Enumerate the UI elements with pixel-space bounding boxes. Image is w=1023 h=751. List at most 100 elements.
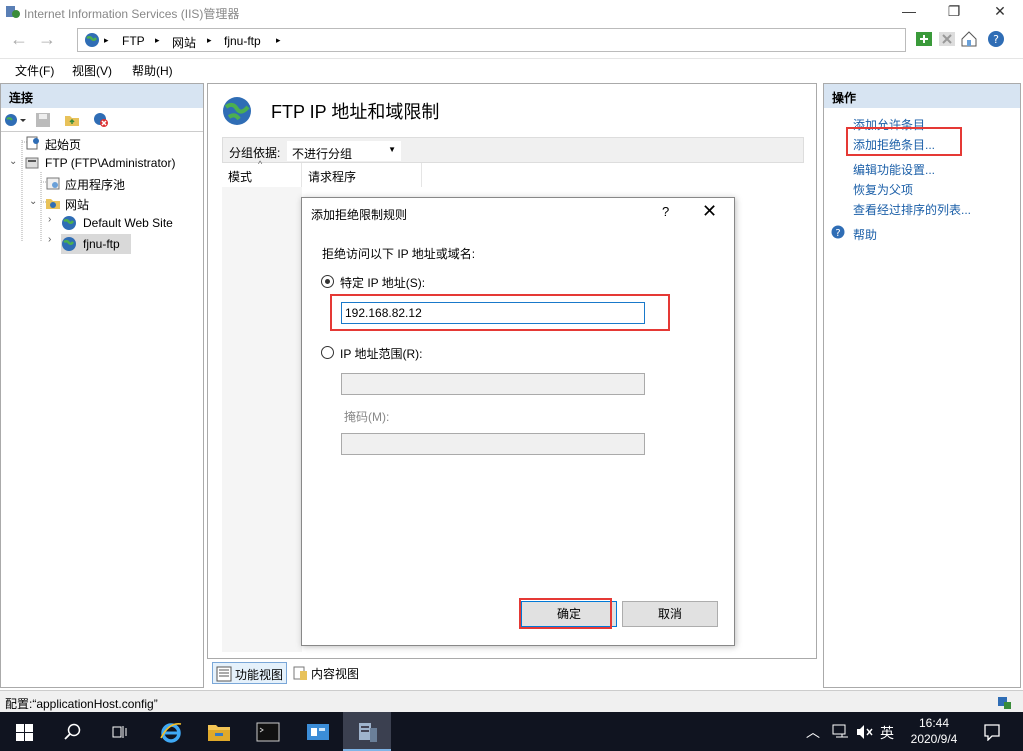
folder-icon	[208, 725, 230, 741]
forward-button[interactable]: →	[34, 28, 60, 52]
connections-panel: 连接 起始页 ⌄ FTP (FTP\Administrator) 应用程序池 ⌄	[0, 83, 204, 688]
start-button[interactable]	[0, 712, 48, 751]
ie-taskbar-button[interactable]	[146, 712, 194, 751]
connect-globe-icon[interactable]	[4, 112, 26, 128]
disconnect-icon[interactable]	[93, 112, 109, 128]
explorer-taskbar-button[interactable]	[194, 712, 242, 751]
breadcrumb[interactable]: ▸ FTP ▸ 网站 ▸ fjnu-ftp ▸	[77, 28, 906, 52]
mask-input[interactable]	[341, 433, 645, 455]
back-button[interactable]: ←	[6, 28, 32, 52]
status-text: 配置:“applicationHost.config”	[5, 697, 158, 711]
clock[interactable]: 16:44 2020/9/4	[898, 715, 970, 747]
iis-app-icon	[6, 6, 20, 18]
breadcrumb-sites[interactable]: 网站	[172, 34, 196, 51]
tree-item-label: Default Web Site	[83, 216, 173, 230]
network-status-icon	[998, 697, 1011, 709]
action-revert-to-parent[interactable]: 恢复为父项	[853, 181, 913, 198]
ip-range-input[interactable]	[341, 373, 645, 395]
breadcrumb-ftp[interactable]: FTP	[122, 34, 145, 48]
connections-header: 连接	[1, 84, 203, 108]
features-view-icon	[216, 666, 232, 682]
server-icon	[25, 157, 39, 169]
specific-ip-label: 特定 IP 地址(S):	[340, 276, 426, 290]
action-help[interactable]: 帮助	[853, 226, 877, 243]
save-icon[interactable]	[35, 112, 51, 128]
help-icon: ?	[831, 225, 845, 239]
task-view-button[interactable]	[96, 712, 144, 751]
menu-file[interactable]: 文件(F)	[15, 62, 54, 79]
network-icon[interactable]	[832, 724, 850, 740]
highlight-add-deny	[846, 127, 962, 156]
ip-range-label: IP 地址范围(R):	[340, 347, 423, 361]
cancel-button[interactable]: 取消	[622, 601, 718, 627]
dialog-help-button[interactable]: ?	[662, 204, 669, 219]
address-bar: ← → ▸ FTP ▸ 网站 ▸ fjnu-ftp ▸ ?	[0, 24, 1023, 56]
globe-icon	[62, 216, 76, 230]
group-by-select[interactable]: 不进行分组 ▼	[287, 141, 401, 161]
tab-content-view[interactable]: 内容视图	[289, 662, 369, 684]
menu-bar: 文件(F) 视图(V) 帮助(H)	[0, 58, 1023, 80]
breadcrumb-fjnu-ftp[interactable]: fjnu-ftp	[224, 34, 261, 48]
expand-toggle[interactable]: ⌄	[29, 196, 37, 207]
tree-item-fjnu-ftp[interactable]: fjnu-ftp	[61, 234, 131, 254]
action-view-ordered-list[interactable]: 查看经过排序的列表...	[853, 201, 971, 218]
clock-time: 16:44	[918, 716, 950, 730]
svg-text:?: ?	[835, 228, 840, 239]
svg-text:?: ?	[993, 33, 999, 46]
home-icon[interactable]	[958, 28, 980, 50]
volume-muted-icon[interactable]	[856, 724, 874, 740]
folder-up-icon[interactable]	[64, 112, 80, 128]
breadcrumb-separator: ▸	[155, 35, 160, 45]
highlight-ok-button	[519, 598, 612, 629]
list-header: 模式 ^ 请求程序	[222, 159, 804, 187]
column-header-requester[interactable]: 请求程序	[302, 163, 422, 187]
specific-ip-radio[interactable]	[321, 275, 334, 288]
tray-overflow-icon[interactable]: ︿	[806, 722, 820, 742]
tab-label: 内容视图	[311, 667, 360, 681]
dialog-close-button[interactable]: ✕	[702, 201, 717, 222]
refresh-icon[interactable]	[913, 28, 935, 50]
iis-manager-icon	[359, 723, 377, 742]
minimize-button[interactable]: —	[886, 0, 932, 24]
collapse-toggle[interactable]: ›	[48, 214, 51, 225]
breadcrumb-separator: ▸	[104, 35, 109, 45]
sort-arrow-icon: ^	[258, 159, 263, 169]
search-button[interactable]	[48, 712, 96, 751]
status-bar: 配置:“applicationHost.config”	[0, 690, 1023, 712]
expand-toggle[interactable]: ⌄	[9, 156, 17, 167]
actions-header: 操作	[824, 84, 1020, 108]
tree-item-label: 起始页	[45, 138, 82, 152]
clock-date: 2020/9/4	[910, 732, 958, 746]
group-by-value: 不进行分组	[292, 147, 353, 161]
mask-label: 掩码(M):	[344, 410, 390, 424]
group-by-label: 分组依据:	[229, 146, 281, 160]
iis-manager-taskbar-button[interactable]	[343, 712, 391, 751]
globe-icon	[62, 237, 76, 251]
help-icon[interactable]: ?	[986, 28, 1008, 50]
connections-toolbar	[1, 108, 203, 132]
content-view-icon	[293, 666, 307, 680]
menu-view[interactable]: 视图(V)	[72, 62, 112, 79]
dialog-prompt: 拒绝访问以下 IP 地址或域名:	[322, 247, 476, 261]
cmd-taskbar-button[interactable]	[243, 712, 291, 751]
maximize-button[interactable]: ❐	[931, 0, 977, 24]
tab-label: 功能视图	[235, 668, 284, 682]
stop-icon[interactable]	[936, 28, 958, 50]
tree-item-label: 应用程序池	[65, 178, 126, 192]
menu-help[interactable]: 帮助(H)	[132, 62, 173, 79]
action-edit-settings[interactable]: 编辑功能设置...	[853, 161, 935, 178]
close-button[interactable]: ✕	[977, 0, 1023, 24]
terminal-icon	[256, 722, 280, 742]
ip-range-radio[interactable]	[321, 346, 334, 359]
app-pool-icon	[46, 177, 60, 190]
windows-icon	[16, 724, 33, 741]
tab-features-view[interactable]: 功能视图	[212, 662, 287, 684]
group-by-bar: 分组依据: 不进行分组 ▼	[222, 137, 804, 163]
window-title: Internet Information Services (IIS)管理器	[24, 7, 240, 21]
notifications-icon[interactable]	[983, 723, 1001, 741]
ime-indicator[interactable]: 英	[880, 723, 894, 743]
server-manager-taskbar-button[interactable]	[293, 712, 341, 751]
collapse-toggle[interactable]: ›	[48, 234, 51, 245]
actions-panel: 操作 添加允许条目... 添加拒绝条目... 编辑功能设置... 恢复为父项 查…	[823, 83, 1021, 688]
highlight-ip-input	[330, 294, 670, 331]
